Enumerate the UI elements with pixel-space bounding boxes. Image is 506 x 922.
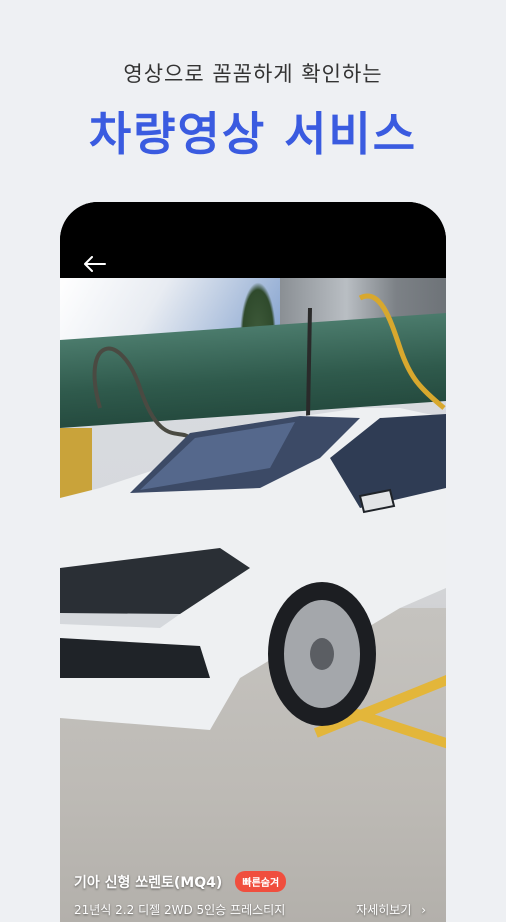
car-image [60,408,446,730]
app-top-bar [60,202,446,278]
phone-frame: 기아 신형 쏘렌토(MQ4) 빠른숨겨 21년식 2.2 디젤 2WD 5인승 … [60,202,446,922]
car-caption: 기아 신형 쏘렌토(MQ4) 빠른숨겨 [74,871,432,892]
promo-headline: 차량영상 서비스 [88,107,418,161]
car-spec: 21년식 2.2 디젤 2WD 5인승 프레스티지 [74,903,286,917]
promo-subtitle: 영상으로 꼼꼼하게 확인하는 [123,62,383,86]
quick-badge: 빠른숨겨 [235,871,287,892]
car-name: 기아 신형 쏘렌토(MQ4) [74,874,223,891]
car-video-player[interactable]: 기아 신형 쏘렌토(MQ4) 빠른숨겨 21년식 2.2 디젤 2WD 5인승 … [60,278,446,922]
detail-link[interactable]: 자세히보기 › [356,901,426,918]
back-arrow-icon[interactable] [84,256,106,272]
chevron-right-icon: › [421,903,426,917]
detail-link-label: 자세히보기 [356,903,412,917]
